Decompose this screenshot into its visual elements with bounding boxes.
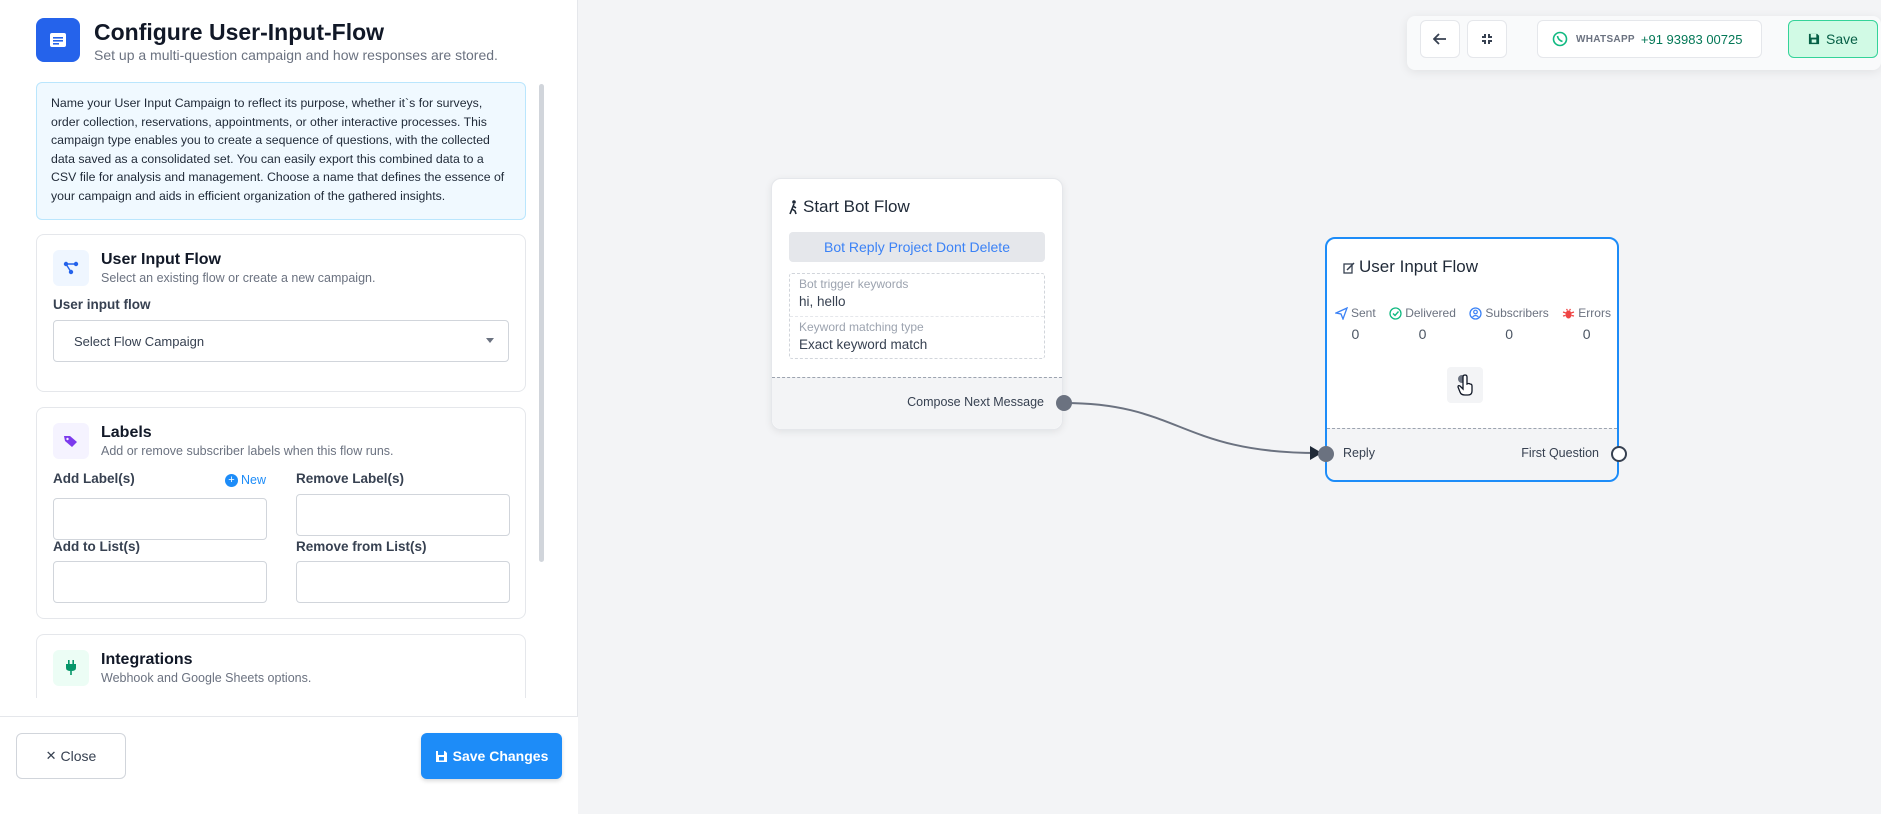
stat-value: 0 [1351,326,1360,342]
page-subtitle: Set up a multi-question campaign and how… [94,47,498,63]
phone-number: +91 93983 00725 [1640,31,1743,47]
flow-campaign-select[interactable]: Select Flow Campaign [53,320,509,362]
stat-delivered: Delivered 0 [1389,306,1456,342]
trigger-keywords-value: hi, hello [799,294,846,309]
close-icon: ✕ [45,748,57,763]
flow-icon [53,250,89,286]
config-panel: Configure User-Input-Flow Set up a multi… [0,0,578,814]
add-label-input[interactable] [53,498,267,540]
match-type-value: Exact keyword match [799,337,928,352]
whatsapp-icon [1552,31,1568,47]
close-button[interactable]: ✕ Close [16,733,126,779]
bug-icon [1563,308,1575,318]
stat-value: 0 [1418,326,1427,342]
stat-label: Sent [1351,306,1376,320]
card-subtitle: Add or remove subscriber labels when thi… [101,444,394,458]
card-subtitle: Webhook and Google Sheets options. [101,671,312,685]
back-button[interactable] [1420,20,1460,58]
tag-icon [53,423,89,459]
integrations-card: Integrations Webhook and Google Sheets o… [36,634,526,698]
node-title: Start Bot Flow [788,197,910,217]
node-footer: Compose Next Message [772,377,1062,429]
reply-label: Reply [1343,446,1375,460]
save-label: Save [1826,31,1858,47]
trigger-keywords-label: Bot trigger keywords [799,277,909,291]
card-subtitle: Select an existing flow or create a new … [101,271,376,285]
node-title-text: User Input Flow [1359,257,1479,276]
settings-scroll-area[interactable]: Name your User Input Campaign to reflect… [36,82,526,698]
walking-person-icon [789,199,797,214]
new-link-label: New [241,473,267,487]
panel-header: Configure User-Input-Flow Set up a multi… [36,18,498,63]
select-value: Select Flow Campaign [74,333,205,349]
canvas-toolbar: WHATSAPP +91 93983 00725 Save [1407,16,1881,70]
compress-icon [1482,34,1492,44]
close-button-label: Close [60,748,97,764]
hand-pointer-icon [1457,374,1473,396]
check-circle-icon [1389,306,1402,320]
channel-label: WHATSAPP [1576,33,1635,45]
first-question-handle[interactable] [1611,446,1627,462]
stat-value: 0 [1505,326,1513,342]
plug-icon [53,650,89,686]
stat-sent: Sent 0 [1335,306,1376,342]
node-title-text: Start Bot Flow [803,197,910,216]
add-list-label: Add to List(s) [53,539,140,554]
remove-list-input[interactable] [296,561,510,603]
paper-plane-icon [1335,306,1348,320]
floppy-disk-icon [435,750,447,762]
info-box: Name your User Input Campaign to reflect… [36,82,526,220]
card-title: Labels [101,424,152,441]
first-question-label: First Question [1521,446,1599,460]
user-input-flow-card: User Input Flow Select an existing flow … [36,234,526,392]
node-footer: Reply First Question [1327,428,1617,480]
node-title: User Input Flow [1343,257,1478,277]
start-bot-flow-node[interactable]: Start Bot Flow Bot Reply Project Dont De… [771,178,1063,430]
add-label-label: Add Label(s) [53,471,135,486]
keyword-box: Bot trigger keywords hi, hello Keyword m… [789,273,1045,359]
scrollbar-thumb[interactable] [539,84,544,562]
form-edit-icon [1343,261,1355,274]
match-type-label: Keyword matching type [799,320,924,334]
add-question-area[interactable] [1447,367,1483,403]
reply-project-chip[interactable]: Bot Reply Project Dont Delete [789,232,1045,262]
divider [790,316,1044,317]
compose-next-label: Compose Next Message [907,395,1044,409]
input-handle[interactable] [1318,446,1334,462]
stat-label: Subscribers [1485,306,1549,320]
user-input-flow-label: User input flow [53,297,151,312]
stat-subscribers: Subscribers 0 [1469,306,1549,342]
remove-list-label: Remove from List(s) [296,539,427,554]
output-handle[interactable] [1056,395,1072,411]
arrow-left-icon [1433,33,1446,45]
form-icon [36,18,80,62]
card-title: Integrations [101,651,193,668]
stat-label: Delivered [1405,306,1456,320]
labels-card: Labels Add or remove subscriber labels w… [36,407,526,619]
save-changes-button[interactable]: Save Changes [421,733,562,779]
remove-label-label: Remove Label(s) [296,471,405,486]
user-input-flow-node[interactable]: User Input Flow Sent 0 Delivered 0 Subsc… [1325,237,1619,482]
whatsapp-channel-chip[interactable]: WHATSAPP +91 93983 00725 [1537,20,1762,58]
save-button[interactable]: Save [1788,20,1878,58]
stat-label: Errors [1578,306,1611,320]
fit-view-button[interactable] [1467,20,1507,58]
remove-label-input[interactable] [296,494,510,536]
floppy-disk-icon [1808,33,1820,45]
page-title: Configure User-Input-Flow [94,19,385,45]
new-label-link[interactable]: + New [225,473,266,487]
stats-row: Sent 0 Delivered 0 Subscribers 0 Errors … [1335,306,1611,342]
stat-value: 0 [1582,326,1591,342]
chevron-down-icon [486,338,494,343]
user-circle-icon [1469,306,1483,320]
add-list-input[interactable] [53,561,267,603]
plus-circle-icon: + [225,473,238,487]
save-changes-label: Save Changes [452,748,549,764]
stat-errors: Errors 0 [1562,306,1611,342]
panel-footer: ✕ Close Save Changes [0,716,578,814]
card-title: User Input Flow [101,251,221,268]
